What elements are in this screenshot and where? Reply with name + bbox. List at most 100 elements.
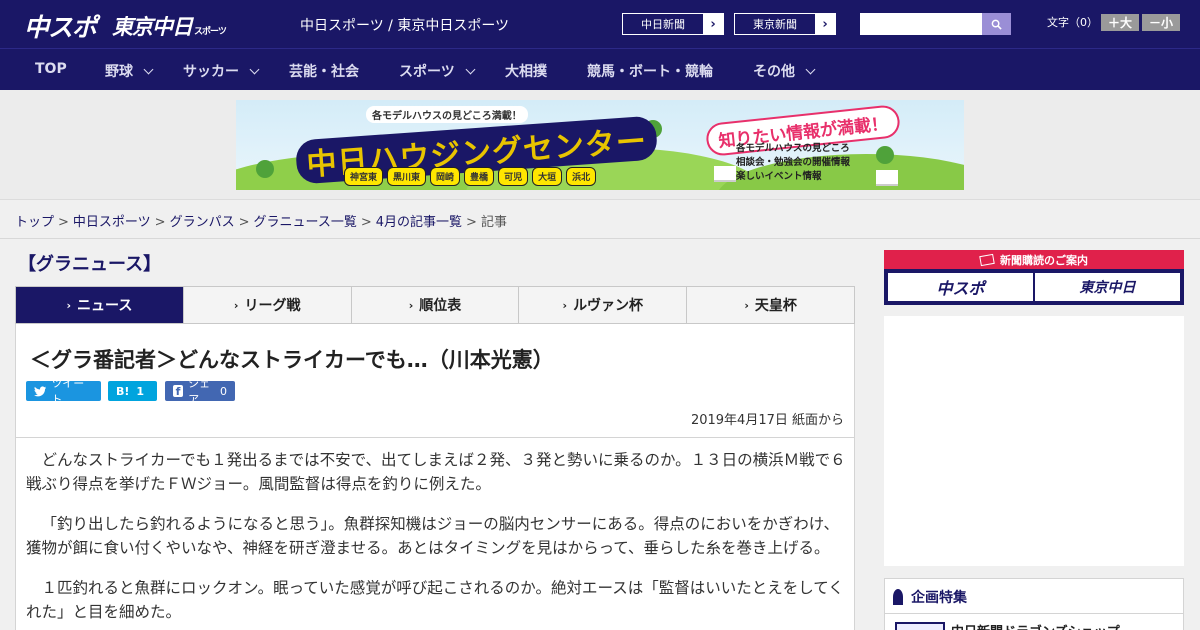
tree-icon bbox=[256, 160, 274, 178]
font-size-label: 文字（0） bbox=[1047, 16, 1098, 29]
chevron-right-icon: › bbox=[66, 298, 72, 312]
breadcrumb-current: 記事 bbox=[480, 215, 507, 230]
news-tabs: › ニュース › リーグ戦 › 順位表 › ルヴァン杯 › 天皇杯 bbox=[15, 286, 855, 324]
nav-item-baseball[interactable]: 野球 bbox=[105, 61, 154, 81]
divider bbox=[885, 613, 1183, 614]
chevron-down-icon bbox=[805, 64, 816, 74]
nav-item-top[interactable]: TOP bbox=[35, 61, 67, 77]
feature-item-link[interactable]: 中日新聞ドラゴンズショップ bbox=[951, 621, 1120, 630]
chevron-right-icon: › bbox=[233, 298, 239, 312]
banner-cities: 神宮東 黒川東 岡崎 豊橋 可児 大垣 浜北 bbox=[344, 167, 597, 186]
divider bbox=[0, 238, 1200, 239]
tab-news[interactable]: › ニュース bbox=[16, 287, 184, 323]
article-paragraph: 「釣り出したら釣れるようになると思う」。魚群探知機はジョーの脳内センサーにある。… bbox=[26, 515, 839, 557]
tab-levain-cup[interactable]: › ルヴァン杯 bbox=[519, 287, 688, 323]
nav-label: スポーツ bbox=[399, 64, 455, 80]
ad-slot bbox=[884, 316, 1184, 566]
nav-label: 競馬・ボート・競輪 bbox=[587, 64, 713, 80]
search-icon bbox=[991, 19, 1002, 30]
font-larger-button[interactable]: ＋大 bbox=[1101, 14, 1139, 31]
ribbon-icon bbox=[893, 589, 903, 605]
tokyo-logo-small: スポーツ bbox=[194, 27, 227, 37]
chevron-right-icon: › bbox=[744, 298, 749, 312]
facebook-share-label: シェア bbox=[188, 377, 211, 406]
nav-item-sumo[interactable]: 大相撲 bbox=[505, 61, 547, 81]
breadcrumb-link[interactable]: 4月の記事一覧 bbox=[376, 215, 462, 230]
nav-item-soccer[interactable]: サッカー bbox=[183, 61, 260, 81]
breadcrumb-separator: > bbox=[360, 215, 372, 230]
subscription-header: 新聞購読のご案内 bbox=[884, 250, 1184, 269]
search-input[interactable] bbox=[860, 13, 982, 35]
article-headline: ＜グラ番記者＞どんなストライカーでも…（川本光憲） bbox=[30, 348, 554, 372]
breadcrumb-link[interactable]: トップ bbox=[15, 215, 54, 230]
chevron-right-icon: › bbox=[703, 14, 723, 34]
breadcrumb: トップ > 中日スポーツ > グランパス > グラニュース一覧 >4月の記事一覧 > 記事 bbox=[15, 211, 507, 230]
main-nav: TOP 野球 サッカー 芸能・社会 スポーツ 大相撲 競馬・ボート・競輪 その他 bbox=[0, 48, 1200, 90]
tab-label: ニュース bbox=[77, 298, 133, 314]
nav-label: TOP bbox=[35, 61, 67, 77]
subscribe-chuspo[interactable]: 中スポ bbox=[888, 273, 1033, 301]
facebook-icon: f bbox=[173, 385, 184, 398]
housing-center-ad-banner[interactable]: 各モデルハウスの見どころ満載！ 中日ハウジングセンター 知りたい情報が満載！ 各… bbox=[236, 100, 964, 190]
section-title: 【グラニュース】 bbox=[18, 254, 162, 275]
nav-label: サッカー bbox=[183, 64, 239, 80]
subscribe-tokyo-chunichi[interactable]: 東京中日 bbox=[1035, 273, 1180, 301]
hatena-icon: B! bbox=[116, 384, 130, 398]
breadcrumb-separator: > bbox=[154, 215, 166, 230]
twitter-icon bbox=[34, 385, 47, 396]
breadcrumb-link[interactable]: グラニュース一覧 bbox=[254, 215, 357, 230]
tab-label: 天皇杯 bbox=[754, 298, 797, 314]
feature-thumbnail[interactable] bbox=[895, 622, 945, 630]
search-button[interactable] bbox=[982, 13, 1011, 35]
nav-label: 芸能・社会 bbox=[289, 64, 359, 80]
feature-header: 企画特集 bbox=[893, 587, 967, 607]
chevron-down-icon bbox=[249, 64, 260, 74]
divider bbox=[16, 437, 854, 438]
chevron-right-icon: › bbox=[815, 14, 835, 34]
nav-label: 野球 bbox=[105, 64, 133, 80]
banner-info: 各モデルハウスの見どころ 相談会・勉強会の開催情報 楽しいイベント情報 bbox=[736, 142, 850, 184]
article-paragraph: どんなストライカーでも１発出るまでは不安で、出てしまえば２発、３発と勢いに乗るの… bbox=[26, 451, 846, 493]
chevron-down-icon bbox=[465, 64, 476, 74]
subscription-guide[interactable]: 新聞購読のご案内 中スポ 東京中日 bbox=[884, 250, 1184, 305]
article-paragraph: １匹釣れると魚群にロックオン。眠っていた感覚が呼び起こされるのか。絶対エースは「… bbox=[26, 579, 844, 621]
tab-label: 順位表 bbox=[419, 298, 462, 314]
house-icon bbox=[876, 170, 898, 186]
breadcrumb-separator: > bbox=[238, 215, 250, 230]
chevron-right-icon: › bbox=[408, 298, 414, 312]
tokyo-shimbun-link[interactable]: 東京新聞 › bbox=[734, 13, 836, 35]
city-tag: 神宮東 bbox=[344, 167, 384, 186]
breadcrumb-link[interactable]: 中日スポーツ bbox=[73, 215, 151, 230]
nav-item-entertainment[interactable]: 芸能・社会 bbox=[289, 61, 359, 81]
breadcrumb-separator: > bbox=[466, 215, 477, 230]
font-smaller-button[interactable]: －小 bbox=[1142, 14, 1180, 31]
newspaper-icon bbox=[979, 253, 995, 266]
breadcrumb-link[interactable]: グランパス bbox=[170, 215, 235, 230]
chuspo-logo[interactable]: 中スポ bbox=[24, 8, 97, 44]
chevron-right-icon: › bbox=[562, 298, 568, 312]
article-body: どんなストライカーでも１発出るまでは不安で、出てしまえば２発、３発と勢いに乗るの… bbox=[26, 448, 846, 630]
feature-box: 企画特集 中日新聞ドラゴンズショップ bbox=[884, 578, 1184, 630]
hatena-bookmark-button[interactable]: B! 1 bbox=[108, 381, 157, 401]
nav-item-sports[interactable]: スポーツ bbox=[399, 61, 476, 81]
tweet-label: ツイート bbox=[51, 377, 85, 406]
chunichi-shimbun-link[interactable]: 中日新聞 › bbox=[622, 13, 724, 35]
site-header: 中スポ 東京中日 スポーツ 中日スポーツ / 東京中日スポーツ 中日新聞 › 東京… bbox=[0, 0, 1200, 48]
breadcrumb-separator: > bbox=[58, 215, 69, 230]
subscription-title: 新聞購読のご案内 bbox=[1000, 253, 1088, 267]
tweet-button[interactable]: ツイート bbox=[26, 377, 101, 406]
city-tag: 大垣 bbox=[532, 167, 563, 186]
banner-top-copy: 各モデルハウスの見どころ満載！ bbox=[366, 106, 528, 123]
banner-info-line: 楽しいイベント情報 bbox=[736, 171, 822, 182]
house-icon bbox=[714, 166, 736, 182]
facebook-share-button[interactable]: f シェア 0 bbox=[165, 377, 235, 406]
tab-league[interactable]: › リーグ戦 bbox=[184, 287, 352, 323]
tokyo-chunichi-logo[interactable]: 東京中日 スポーツ bbox=[112, 11, 227, 41]
article: ＜グラ番記者＞どんなストライカーでも…（川本光憲） ツイート B! 1 f シェ… bbox=[15, 324, 855, 630]
nav-item-other[interactable]: その他 bbox=[753, 61, 816, 81]
tab-emperors-cup[interactable]: › 天皇杯 bbox=[687, 287, 854, 323]
tab-standings[interactable]: › 順位表 bbox=[352, 287, 520, 323]
city-tag: 浜北 bbox=[566, 167, 597, 186]
nav-item-racing[interactable]: 競馬・ボート・競輪 bbox=[587, 61, 713, 81]
city-tag: 豊橋 bbox=[464, 167, 495, 186]
